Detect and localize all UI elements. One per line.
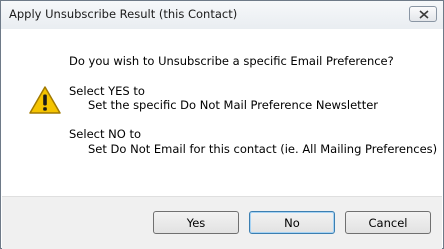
message-area: Do you wish to Unsubscribe a specific Em… [2, 29, 442, 196]
no-button[interactable]: No [249, 211, 335, 234]
no-detail: Set Do Not Email for this contact (ie. A… [88, 142, 438, 156]
button-bar: Yes No Cancel [2, 196, 442, 249]
dialog-title: Apply Unsubscribe Result (this Contact) [9, 7, 238, 21]
title-bar[interactable]: Apply Unsubscribe Result (this Contact) [1, 1, 443, 29]
yes-detail: Set the specific Do Not Mail Preference … [88, 98, 379, 112]
close-button[interactable] [409, 6, 437, 22]
yes-button[interactable]: Yes [153, 211, 239, 234]
cancel-button[interactable]: Cancel [345, 211, 431, 234]
question-text: Do you wish to Unsubscribe a specific Em… [69, 54, 394, 68]
yes-heading: Select YES to [69, 84, 145, 98]
no-heading: Select NO to [69, 127, 141, 141]
dialog-window: Apply Unsubscribe Result (this Contact) … [0, 0, 444, 249]
close-icon [419, 10, 429, 19]
warning-icon [29, 86, 61, 114]
